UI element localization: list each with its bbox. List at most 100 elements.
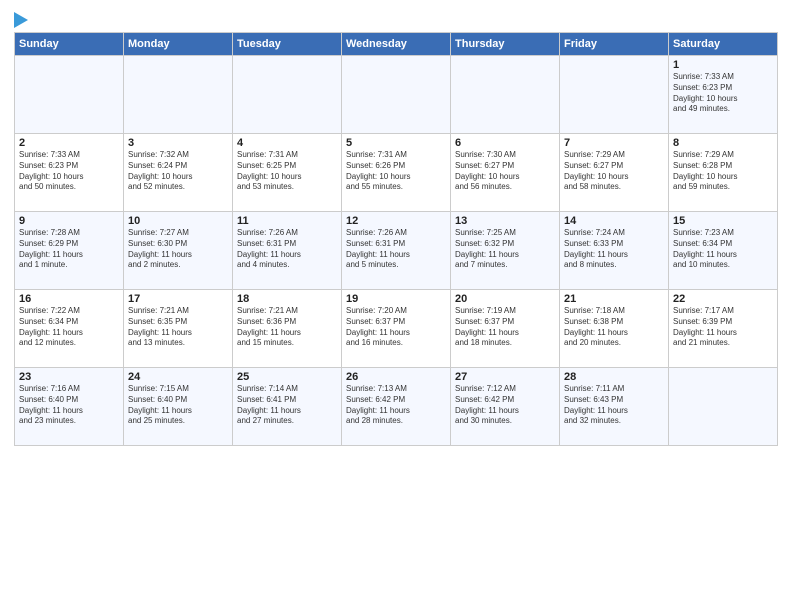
day-info: Sunrise: 7:29 AM Sunset: 6:28 PM Dayligh…: [673, 150, 773, 193]
calendar-cell: 18Sunrise: 7:21 AM Sunset: 6:36 PM Dayli…: [233, 290, 342, 368]
calendar-cell: [451, 56, 560, 134]
calendar-cell: 1Sunrise: 7:33 AM Sunset: 6:23 PM Daylig…: [669, 56, 778, 134]
day-info: Sunrise: 7:23 AM Sunset: 6:34 PM Dayligh…: [673, 228, 773, 271]
day-number: 11: [237, 215, 337, 227]
day-number: 2: [19, 137, 119, 149]
day-number: 19: [346, 293, 446, 305]
calendar-cell: 4Sunrise: 7:31 AM Sunset: 6:25 PM Daylig…: [233, 134, 342, 212]
calendar-cell: 10Sunrise: 7:27 AM Sunset: 6:30 PM Dayli…: [124, 212, 233, 290]
day-info: Sunrise: 7:13 AM Sunset: 6:42 PM Dayligh…: [346, 384, 446, 427]
day-info: Sunrise: 7:18 AM Sunset: 6:38 PM Dayligh…: [564, 306, 664, 349]
day-info: Sunrise: 7:25 AM Sunset: 6:32 PM Dayligh…: [455, 228, 555, 271]
day-number: 20: [455, 293, 555, 305]
day-number: 26: [346, 371, 446, 383]
calendar-cell: 26Sunrise: 7:13 AM Sunset: 6:42 PM Dayli…: [342, 368, 451, 446]
day-info: Sunrise: 7:16 AM Sunset: 6:40 PM Dayligh…: [19, 384, 119, 427]
calendar-cell: 20Sunrise: 7:19 AM Sunset: 6:37 PM Dayli…: [451, 290, 560, 368]
day-info: Sunrise: 7:31 AM Sunset: 6:25 PM Dayligh…: [237, 150, 337, 193]
logo-arrow-icon: [14, 12, 28, 28]
weekday-header-wednesday: Wednesday: [342, 33, 451, 56]
weekday-header-friday: Friday: [560, 33, 669, 56]
day-info: Sunrise: 7:15 AM Sunset: 6:40 PM Dayligh…: [128, 384, 228, 427]
day-info: Sunrise: 7:19 AM Sunset: 6:37 PM Dayligh…: [455, 306, 555, 349]
day-info: Sunrise: 7:21 AM Sunset: 6:35 PM Dayligh…: [128, 306, 228, 349]
day-number: 22: [673, 293, 773, 305]
calendar-cell: 12Sunrise: 7:26 AM Sunset: 6:31 PM Dayli…: [342, 212, 451, 290]
calendar-cell: 23Sunrise: 7:16 AM Sunset: 6:40 PM Dayli…: [15, 368, 124, 446]
calendar-cell: 22Sunrise: 7:17 AM Sunset: 6:39 PM Dayli…: [669, 290, 778, 368]
day-info: Sunrise: 7:22 AM Sunset: 6:34 PM Dayligh…: [19, 306, 119, 349]
day-info: Sunrise: 7:14 AM Sunset: 6:41 PM Dayligh…: [237, 384, 337, 427]
calendar-cell: 21Sunrise: 7:18 AM Sunset: 6:38 PM Dayli…: [560, 290, 669, 368]
calendar-cell: [560, 56, 669, 134]
day-number: 1: [673, 59, 773, 71]
day-info: Sunrise: 7:17 AM Sunset: 6:39 PM Dayligh…: [673, 306, 773, 349]
day-number: 23: [19, 371, 119, 383]
calendar-cell: 24Sunrise: 7:15 AM Sunset: 6:40 PM Dayli…: [124, 368, 233, 446]
day-number: 17: [128, 293, 228, 305]
calendar-cell: 13Sunrise: 7:25 AM Sunset: 6:32 PM Dayli…: [451, 212, 560, 290]
week-row-3: 9Sunrise: 7:28 AM Sunset: 6:29 PM Daylig…: [15, 212, 778, 290]
day-number: 4: [237, 137, 337, 149]
header: [14, 10, 778, 28]
day-info: Sunrise: 7:30 AM Sunset: 6:27 PM Dayligh…: [455, 150, 555, 193]
calendar-cell: 19Sunrise: 7:20 AM Sunset: 6:37 PM Dayli…: [342, 290, 451, 368]
calendar-cell: 9Sunrise: 7:28 AM Sunset: 6:29 PM Daylig…: [15, 212, 124, 290]
calendar-body: 1 Sunrise: 7:33 AM Sunset: 6:23 PM Daylig…: [15, 56, 778, 446]
week-row-1: 1Sunrise: 7:33 AM Sunset: 6:23 PM Daylig…: [15, 56, 778, 134]
day-info: Sunrise: 7:12 AM Sunset: 6:42 PM Dayligh…: [455, 384, 555, 427]
calendar-cell: [15, 56, 124, 134]
calendar-cell: [124, 56, 233, 134]
day-number: 13: [455, 215, 555, 227]
day-info: Sunrise: 7:11 AM Sunset: 6:43 PM Dayligh…: [564, 384, 664, 427]
day-number: 6: [455, 137, 555, 149]
weekday-header-saturday: Saturday: [669, 33, 778, 56]
day-info: Sunrise: 7:31 AM Sunset: 6:26 PM Dayligh…: [346, 150, 446, 193]
day-number: 5: [346, 137, 446, 149]
day-number: 14: [564, 215, 664, 227]
calendar-cell: 28Sunrise: 7:11 AM Sunset: 6:43 PM Dayli…: [560, 368, 669, 446]
day-info: Sunrise: 7:28 AM Sunset: 6:29 PM Dayligh…: [19, 228, 119, 271]
week-row-4: 16Sunrise: 7:22 AM Sunset: 6:34 PM Dayli…: [15, 290, 778, 368]
calendar-cell: [342, 56, 451, 134]
weekday-header-monday: Monday: [124, 33, 233, 56]
day-info: Sunrise: 7:33 AM Sunset: 6:23 PM Dayligh…: [19, 150, 119, 193]
calendar-cell: 2Sunrise: 7:33 AM Sunset: 6:23 PM Daylig…: [15, 134, 124, 212]
day-number: 12: [346, 215, 446, 227]
day-info: Sunrise: 7:32 AM Sunset: 6:24 PM Dayligh…: [128, 150, 228, 193]
day-number: 24: [128, 371, 228, 383]
calendar-table: SundayMondayTuesdayWednesdayThursdayFrid…: [14, 32, 778, 446]
day-info: Sunrise: 7:20 AM Sunset: 6:37 PM Dayligh…: [346, 306, 446, 349]
day-number: 7: [564, 137, 664, 149]
calendar-cell: 11Sunrise: 7:26 AM Sunset: 6:31 PM Dayli…: [233, 212, 342, 290]
calendar-cell: 15Sunrise: 7:23 AM Sunset: 6:34 PM Dayli…: [669, 212, 778, 290]
week-row-2: 2Sunrise: 7:33 AM Sunset: 6:23 PM Daylig…: [15, 134, 778, 212]
day-number: 27: [455, 371, 555, 383]
calendar-cell: 6Sunrise: 7:30 AM Sunset: 6:27 PM Daylig…: [451, 134, 560, 212]
calendar-cell: 16Sunrise: 7:22 AM Sunset: 6:34 PM Dayli…: [15, 290, 124, 368]
weekday-header-thursday: Thursday: [451, 33, 560, 56]
calendar-cell: 25Sunrise: 7:14 AM Sunset: 6:41 PM Dayli…: [233, 368, 342, 446]
day-info: Sunrise: 7:26 AM Sunset: 6:31 PM Dayligh…: [237, 228, 337, 271]
week-row-5: 23Sunrise: 7:16 AM Sunset: 6:40 PM Dayli…: [15, 368, 778, 446]
day-info: Sunrise: 7:24 AM Sunset: 6:33 PM Dayligh…: [564, 228, 664, 271]
day-number: 21: [564, 293, 664, 305]
day-number: 8: [673, 137, 773, 149]
calendar-cell: 5Sunrise: 7:31 AM Sunset: 6:26 PM Daylig…: [342, 134, 451, 212]
weekday-header-sunday: Sunday: [15, 33, 124, 56]
day-number: 3: [128, 137, 228, 149]
day-info: Sunrise: 7:26 AM Sunset: 6:31 PM Dayligh…: [346, 228, 446, 271]
calendar-cell: 3Sunrise: 7:32 AM Sunset: 6:24 PM Daylig…: [124, 134, 233, 212]
day-info: Sunrise: 7:29 AM Sunset: 6:27 PM Dayligh…: [564, 150, 664, 193]
weekday-header-row: SundayMondayTuesdayWednesdayThursdayFrid…: [15, 33, 778, 56]
day-number: 18: [237, 293, 337, 305]
day-info: Sunrise: 7:21 AM Sunset: 6:36 PM Dayligh…: [237, 306, 337, 349]
calendar-cell: [669, 368, 778, 446]
calendar-cell: [233, 56, 342, 134]
calendar-cell: 8Sunrise: 7:29 AM Sunset: 6:28 PM Daylig…: [669, 134, 778, 212]
day-number: 15: [673, 215, 773, 227]
calendar-cell: 27Sunrise: 7:12 AM Sunset: 6:42 PM Dayli…: [451, 368, 560, 446]
day-number: 25: [237, 371, 337, 383]
day-number: 10: [128, 215, 228, 227]
weekday-header-tuesday: Tuesday: [233, 33, 342, 56]
